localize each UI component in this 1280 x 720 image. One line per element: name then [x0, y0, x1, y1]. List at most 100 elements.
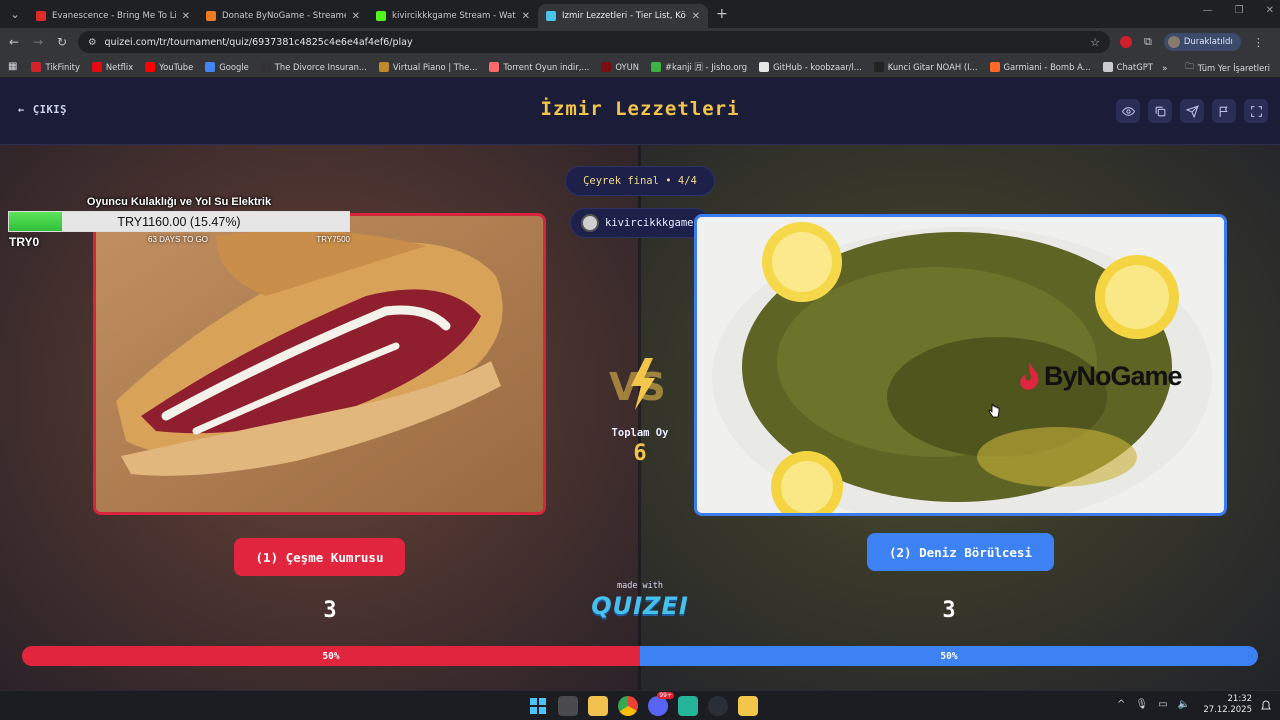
bookmark-item[interactable]: Garmiani - Bomb A...: [989, 61, 1091, 73]
bookmark-item[interactable]: GitHub - koobzaar/l...: [759, 61, 862, 73]
bookmark-favicon-icon: [989, 61, 1000, 72]
send-icon: [1185, 104, 1199, 118]
forward-icon[interactable]: →: [26, 35, 50, 49]
bookmark-item[interactable]: The Divorce Insuran...: [260, 61, 367, 73]
bookmark-item[interactable]: Kunci Gitar NOAH (I...: [873, 61, 978, 73]
quizei-logo[interactable]: QUIZEI: [590, 592, 690, 620]
chrome-icon[interactable]: [618, 696, 638, 716]
bookmark-label: The Divorce Insuran...: [274, 61, 367, 72]
bookmark-item[interactable]: Google: [205, 61, 249, 73]
fullscreen-button[interactable]: [1244, 99, 1268, 123]
app-icon-steam[interactable]: [708, 696, 728, 716]
bookmark-item[interactable]: YouTube: [145, 61, 193, 73]
quiz-page: ← ÇIKIŞ İzmir Lezzetleri Çeyrek final • …: [0, 78, 1280, 690]
browser-tab[interactable]: İzmir Lezzetleri - Tier List, Kör S ✕: [538, 4, 708, 28]
quiz-title: İzmir Lezzetleri: [540, 98, 740, 120]
bookmark-label: YouTube: [159, 61, 194, 72]
option-card-left[interactable]: [93, 213, 546, 515]
sponsor-logo: ByNoGame: [1018, 361, 1183, 392]
file-explorer-icon[interactable]: [588, 696, 608, 716]
notification-bell-icon[interactable]: [1260, 700, 1272, 712]
fullscreen-icon: [1250, 105, 1262, 117]
close-window-icon[interactable]: ✕: [1266, 5, 1274, 16]
bookmark-item[interactable]: OYUN: [601, 61, 639, 73]
network-icon[interactable]: ▭: [1158, 699, 1167, 710]
minimize-icon[interactable]: —: [1203, 5, 1213, 16]
bookmark-favicon-icon: [378, 61, 389, 72]
browser-tab[interactable]: kivircikkkgame Stream - Watch ✕: [368, 4, 538, 28]
taskbar-clock[interactable]: 21:32 27.12.2025: [1203, 694, 1252, 716]
menu-dots-icon[interactable]: ⋮: [1253, 36, 1264, 49]
site-info-icon[interactable]: ⚙: [88, 37, 97, 48]
bookmark-label: Torrent Oyun indir,...: [503, 61, 590, 72]
bookmark-label: Kunci Gitar NOAH (I...: [887, 61, 978, 72]
windows-taskbar: 99+ ^ 🎙 ▭ 🔈 21:32 27.12.2025: [0, 690, 1280, 720]
report-button[interactable]: [1212, 99, 1236, 123]
close-tab-icon[interactable]: ✕: [352, 11, 360, 22]
bookmark-item[interactable]: Virtual Piano | The...: [378, 61, 477, 73]
bookmark-favicon-icon: [31, 61, 42, 72]
all-bookmarks-label: Tüm Yer İşaretleri: [1197, 63, 1270, 73]
quiz-header: ← ÇIKIŞ İzmir Lezzetleri: [0, 78, 1280, 145]
bookmark-label: Google: [219, 61, 249, 72]
avatar: [581, 214, 599, 232]
tab-title: Evanescence - Bring Me To Life: [52, 11, 176, 21]
browser-tab-strip: ⌄ Evanescence - Bring Me To Life ✕ Donate …: [0, 0, 1280, 28]
volume-icon[interactable]: 🔈: [1178, 699, 1190, 710]
copy-button[interactable]: [1148, 99, 1172, 123]
bookmark-item[interactable]: Netflix: [91, 61, 134, 73]
close-tab-icon[interactable]: ✕: [182, 11, 190, 22]
bookmark-favicon-icon: [873, 61, 884, 72]
tab-favicon-icon: [36, 11, 46, 21]
extensions-puzzle-icon[interactable]: ⧉: [1144, 35, 1152, 49]
creator-badge[interactable]: kivircikkkgame: [570, 208, 710, 238]
bookmark-favicon-icon: [260, 61, 271, 72]
tab-search-button[interactable]: ⌄: [2, 3, 28, 25]
reload-icon[interactable]: ↻: [50, 35, 74, 49]
discord-icon[interactable]: 99+: [648, 692, 674, 716]
donation-min-label: TRY0: [9, 235, 40, 249]
versus-lightning-icon: VS: [609, 358, 666, 410]
tab-title: kivircikkkgame Stream - Watch: [392, 11, 516, 21]
profile-button[interactable]: Duraklatıldı: [1163, 33, 1241, 51]
close-tab-icon[interactable]: ✕: [692, 11, 700, 22]
tab-title: İzmir Lezzetleri - Tier List, Kör S: [562, 11, 686, 21]
share-button[interactable]: [1180, 99, 1204, 123]
app-icon-lightning[interactable]: [738, 696, 758, 716]
total-votes-value: 6: [633, 441, 647, 466]
address-bar[interactable]: ⚙ quizei.com/tr/tournament/quiz/6937381c…: [78, 31, 1110, 53]
close-tab-icon[interactable]: ✕: [522, 11, 530, 22]
bookmark-item[interactable]: Torrent Oyun indir,...: [489, 61, 589, 73]
bookmark-item[interactable]: TikFinity: [31, 61, 80, 73]
choose-option-left-button[interactable]: (1) Çeşme Kumrusu: [234, 538, 405, 576]
back-icon[interactable]: ←: [2, 35, 26, 49]
browser-tab[interactable]: Donate ByNoGame - Streamer ✕: [198, 4, 368, 28]
copy-icon: [1155, 106, 1165, 116]
browser-tab[interactable]: Evanescence - Bring Me To Life ✕: [28, 4, 198, 28]
chevron-up-icon[interactable]: ^: [1117, 699, 1125, 710]
app-icon-teal[interactable]: [678, 696, 698, 716]
start-menu-icon[interactable]: [528, 696, 548, 716]
bookmark-item[interactable]: ChatGPT: [1102, 61, 1153, 73]
tab-favicon-icon: [376, 11, 386, 21]
task-view-icon[interactable]: [558, 696, 578, 716]
microphone-icon[interactable]: 🎙: [1135, 699, 1148, 710]
bookmark-item[interactable]: #kanji 🈷 - Jisho.org: [651, 61, 747, 73]
all-bookmarks-folder[interactable]: » 🗀 Tüm Yer İşaretleri: [1162, 61, 1270, 75]
choose-option-right-button[interactable]: (2) Deniz Börülcesi: [867, 533, 1054, 571]
donation-goal-widget: Oyuncu Kulaklığı ve Yol Su Elektrik TRY1…: [8, 196, 350, 249]
new-tab-button[interactable]: +: [716, 6, 728, 22]
tab-favicon-icon: [546, 11, 556, 21]
bookmark-star-icon[interactable]: ☆: [1090, 36, 1100, 49]
view-button[interactable]: [1116, 99, 1140, 123]
window-controls: — ❐ ✕: [1203, 5, 1274, 16]
restore-icon[interactable]: ❐: [1235, 5, 1244, 16]
apps-grid-icon[interactable]: ▦: [8, 61, 17, 72]
clock-time: 21:32: [1227, 694, 1253, 704]
extension-icon[interactable]: [1120, 36, 1132, 48]
donation-progress-bar: TRY1160.00 (15.47%): [8, 211, 350, 232]
bookmark-label: Netflix: [105, 61, 134, 72]
total-votes-label: Toplam Oy: [611, 427, 669, 439]
system-tray: ^ 🎙 ▭ 🔈: [1117, 699, 1190, 710]
chevron-right-icon[interactable]: »: [1162, 63, 1167, 73]
